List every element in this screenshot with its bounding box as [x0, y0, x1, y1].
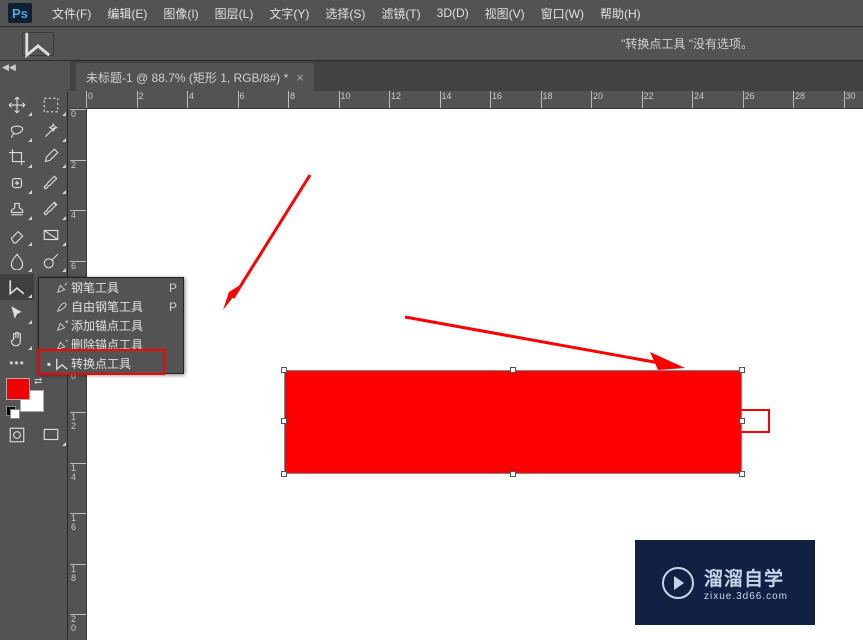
menu-edit[interactable]: 编辑(E) [99, 1, 155, 26]
flyout-pen-tool[interactable]: 钢笔工具 P [39, 278, 183, 297]
flyout-add-anchor-tool[interactable]: 添加锚点工具 [39, 316, 183, 335]
menu-file[interactable]: 文件(F) [44, 1, 99, 26]
marquee-tool[interactable] [34, 92, 68, 118]
transform-handle[interactable] [739, 367, 745, 373]
stamp-tool[interactable] [0, 196, 34, 222]
transform-handle[interactable] [281, 418, 287, 424]
edit-toolbar-icon[interactable]: ••• [0, 352, 34, 374]
color-swatches[interactable]: ⇄ [0, 374, 68, 422]
blur-tool[interactable] [0, 248, 34, 274]
rectangle-shape[interactable] [285, 371, 741, 473]
transform-handle[interactable] [281, 471, 287, 477]
eyedropper-tool[interactable] [34, 144, 68, 170]
path-select-tool[interactable] [0, 300, 34, 326]
convert-point-icon [53, 357, 71, 371]
active-dot-icon: ▪ [45, 357, 53, 371]
dodge-tool[interactable] [34, 248, 68, 274]
watermark: 溜溜自学 zixue.3d66.com [635, 540, 815, 625]
flyout-label: 钢笔工具 [71, 279, 163, 296]
menu-filter[interactable]: 滤镜(T) [373, 1, 428, 26]
document-tab-bar: 未标题-1 @ 88.7% (矩形 1, RGB/8#) * × [70, 61, 863, 91]
watermark-title: 溜溜自学 [704, 564, 788, 591]
menu-view[interactable]: 视图(V) [477, 1, 533, 26]
panel-collapse-icon[interactable]: ◀◀ [2, 62, 16, 73]
hand-tool[interactable] [0, 326, 34, 352]
watermark-url: zixue.3d66.com [704, 591, 788, 602]
healing-tool[interactable] [0, 170, 34, 196]
vertical-ruler[interactable]: 02468101214161820 [70, 109, 87, 640]
menu-select[interactable]: 选择(S) [317, 1, 373, 26]
flyout-label: 自由钢笔工具 [71, 298, 163, 315]
eraser-tool[interactable] [0, 222, 34, 248]
menu-layer[interactable]: 图层(L) [207, 1, 262, 26]
delete-anchor-icon [53, 338, 71, 352]
options-bar: "转换点工具 "没有选项。 [0, 27, 863, 61]
menu-image[interactable]: 图像(I) [155, 1, 206, 26]
flyout-delete-anchor-tool[interactable]: 删除锚点工具 [39, 335, 183, 354]
foreground-color-swatch[interactable] [6, 378, 30, 400]
annotation-arrow-icon [215, 170, 315, 320]
ruler-origin[interactable] [70, 91, 87, 109]
swap-colors-icon[interactable]: ⇄ [34, 376, 42, 387]
flyout-shortcut: P [169, 281, 177, 295]
flyout-convert-point-tool[interactable]: ▪ 转换点工具 [39, 354, 183, 373]
menu-window[interactable]: 窗口(W) [533, 1, 592, 26]
flyout-freeform-pen-tool[interactable]: 自由钢笔工具 P [39, 297, 183, 316]
transform-handle[interactable] [510, 471, 516, 477]
quickmask-tool[interactable] [0, 422, 34, 448]
freeform-pen-icon [53, 300, 71, 314]
pen-tool-flyout: 钢笔工具 P 自由钢笔工具 P 添加锚点工具 删除锚点工具 ▪ 转换点工具 [38, 277, 184, 374]
play-icon [662, 567, 694, 599]
screenmode-tool[interactable] [34, 422, 68, 448]
pen-icon [53, 281, 71, 295]
magic-wand-tool[interactable] [34, 118, 68, 144]
history-brush-tool[interactable] [34, 196, 68, 222]
transform-handle[interactable] [739, 418, 745, 424]
annotation-arrow-icon [400, 312, 690, 377]
transform-handle[interactable] [739, 471, 745, 477]
menu-3d[interactable]: 3D(D) [429, 2, 477, 24]
brush-tool[interactable] [34, 170, 68, 196]
document-tab[interactable]: 未标题-1 @ 88.7% (矩形 1, RGB/8#) * × [76, 63, 314, 91]
lasso-tool[interactable] [0, 118, 34, 144]
horizontal-ruler[interactable]: 0246810121416182022242628303234 [86, 91, 863, 109]
menu-help[interactable]: 帮助(H) [592, 1, 649, 26]
menu-type[interactable]: 文字(Y) [261, 1, 317, 26]
flyout-shortcut: P [169, 300, 177, 314]
flyout-label: 删除锚点工具 [71, 336, 177, 353]
close-tab-icon[interactable]: × [296, 70, 304, 85]
crop-tool[interactable] [0, 144, 34, 170]
transform-handle[interactable] [281, 367, 287, 373]
current-tool-icon[interactable] [22, 32, 54, 56]
document-tab-title: 未标题-1 @ 88.7% (矩形 1, RGB/8#) * [86, 69, 288, 86]
menu-bar: Ps 文件(F) 编辑(E) 图像(I) 图层(L) 文字(Y) 选择(S) 滤… [0, 0, 863, 27]
ps-logo-icon: Ps [8, 3, 32, 23]
move-tool[interactable] [0, 92, 34, 118]
flyout-label: 添加锚点工具 [71, 317, 177, 334]
default-colors-icon-2 [10, 409, 20, 419]
gradient-tool[interactable] [34, 222, 68, 248]
flyout-label: 转换点工具 [71, 355, 177, 372]
add-anchor-icon [53, 319, 71, 333]
pen-tool[interactable] [0, 274, 34, 300]
options-info-text: "转换点工具 "没有选项。 [621, 35, 753, 52]
